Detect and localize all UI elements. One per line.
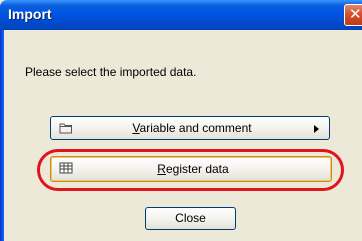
register-data-button[interactable]: Register data [50, 156, 332, 182]
variable-label-rest: ariable and comment [139, 121, 252, 135]
window-frame-left [0, 30, 4, 241]
folder-icon [59, 122, 73, 137]
import-dialog: Import ✕ Please select the imported data… [0, 0, 362, 241]
submenu-arrow-icon [314, 125, 319, 133]
register-mnemonic: R [157, 162, 166, 176]
close-window-button[interactable]: ✕ [344, 4, 362, 26]
variable-and-comment-button[interactable]: Variable and comment [50, 116, 330, 140]
register-data-label: Register data [83, 157, 303, 181]
dialog-title: Import [8, 6, 52, 22]
prompt-text: Please select the imported data. [25, 65, 197, 79]
close-icon: ✕ [349, 6, 362, 23]
close-button[interactable]: Close [145, 207, 236, 230]
table-icon [59, 162, 73, 177]
register-label-rest: egister data [165, 162, 229, 176]
title-bar[interactable]: Import ✕ [0, 0, 362, 30]
variable-and-comment-label: Variable and comment [83, 117, 301, 139]
variable-mnemonic: V [132, 121, 140, 135]
